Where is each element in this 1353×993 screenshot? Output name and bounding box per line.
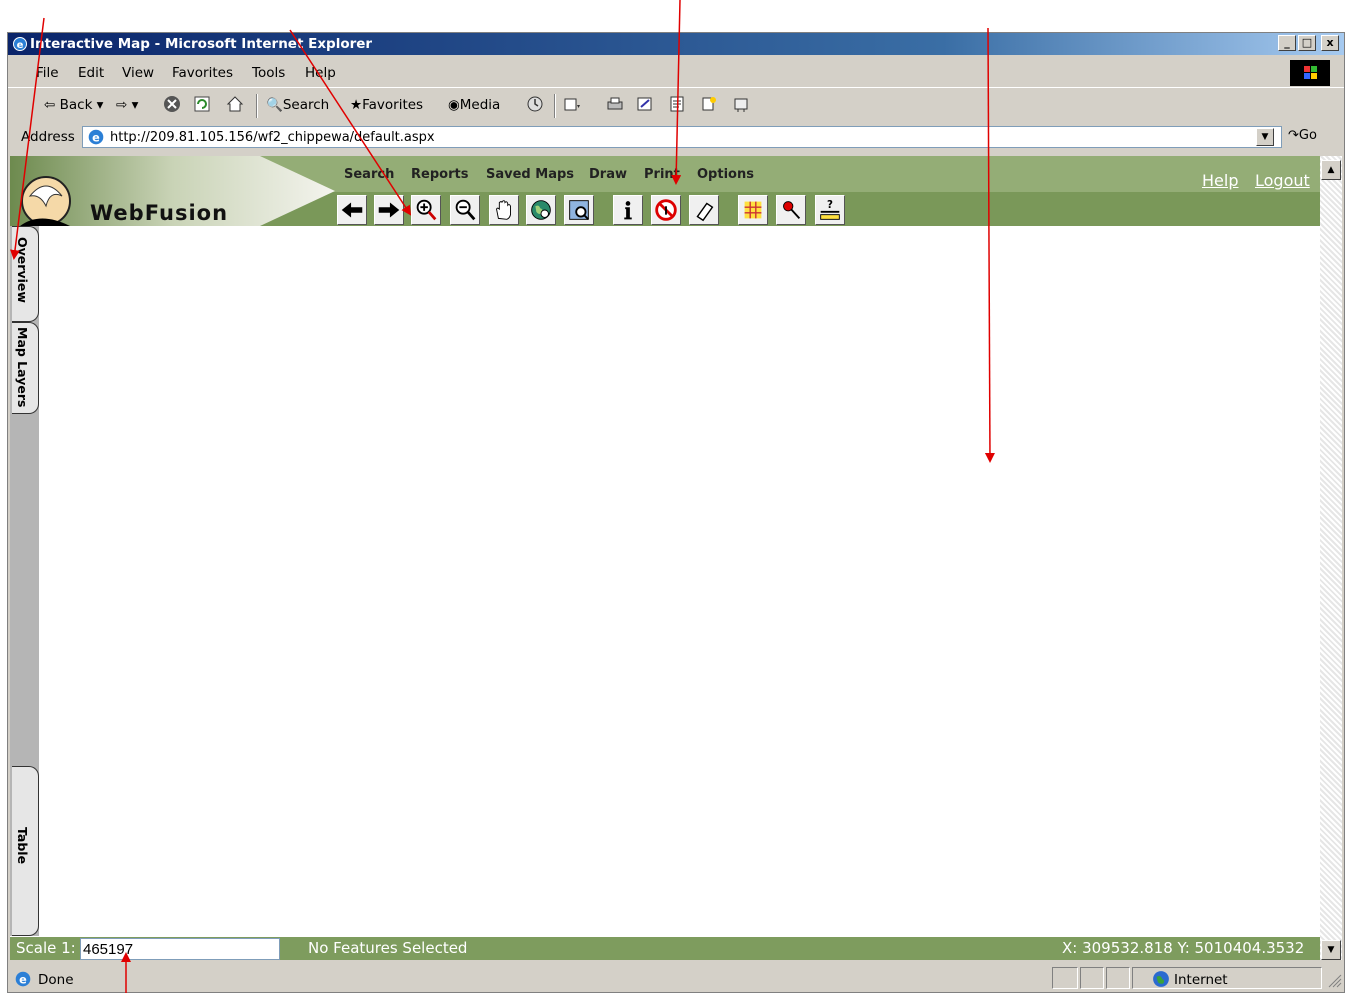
menu-tools[interactable]: Tools xyxy=(252,65,285,81)
zoom-out-icon[interactable] xyxy=(450,195,480,225)
logo-text: WebFusion xyxy=(90,201,229,225)
svg-text:e: e xyxy=(19,974,27,987)
print-icon[interactable] xyxy=(606,95,624,113)
logout-link[interactable]: Logout xyxy=(1255,171,1310,190)
back-icon: ⇦ xyxy=(44,97,56,113)
mail-icon[interactable] xyxy=(563,95,581,113)
search-button[interactable]: 🔍Search xyxy=(266,97,329,113)
tab-map-layers-label: Map Layers xyxy=(15,327,30,408)
full-extent-globe-icon[interactable] xyxy=(526,195,556,225)
identify-icon[interactable] xyxy=(613,195,643,225)
scroll-up-button[interactable]: ▲ xyxy=(1321,160,1341,180)
clear-selection-icon[interactable] xyxy=(651,195,681,225)
ie-logo-icon: e xyxy=(13,37,27,51)
go-label: Go xyxy=(1298,128,1317,143)
svg-text:e: e xyxy=(17,40,24,51)
status-cell xyxy=(1052,967,1078,989)
grid-icon[interactable] xyxy=(738,195,768,225)
page-icon: e xyxy=(88,129,104,145)
vertical-scrollbar[interactable] xyxy=(1320,156,1342,960)
address-label: Address xyxy=(21,129,75,145)
address-url[interactable]: http://209.81.105.156/wf2_chippewa/defau… xyxy=(110,130,435,145)
back-label: Back xyxy=(59,97,93,113)
favorites-button[interactable]: ★Favorites xyxy=(350,97,423,113)
go-button[interactable]: ↷Go xyxy=(1288,128,1317,143)
media-icon: ◉ xyxy=(448,97,460,113)
place-pin-icon[interactable] xyxy=(776,195,806,225)
pan-hand-icon[interactable] xyxy=(489,195,519,225)
resize-grip-icon[interactable] xyxy=(1328,974,1342,988)
internet-globe-icon xyxy=(1153,971,1169,987)
done-page-icon: e xyxy=(15,971,31,987)
favorites-icon: ★ xyxy=(350,97,363,113)
messenger-icon[interactable] xyxy=(700,95,718,113)
tab-table[interactable]: Table xyxy=(12,766,39,936)
svg-text:e: e xyxy=(92,132,100,145)
nav-options[interactable]: Options xyxy=(697,167,754,182)
close-button[interactable]: x xyxy=(1321,35,1339,51)
menu-edit[interactable]: Edit xyxy=(78,65,104,81)
back-arrow-icon[interactable] xyxy=(337,195,367,225)
windows-throbber-icon xyxy=(1290,60,1330,86)
forward-icon: ⇨ xyxy=(116,97,128,113)
search-icon: 🔍 xyxy=(266,97,283,113)
nav-draw[interactable]: Draw xyxy=(589,167,627,182)
selection-status: No Features Selected xyxy=(308,939,468,957)
scale-input[interactable] xyxy=(80,938,280,960)
status-cell xyxy=(1106,967,1130,989)
scale-label: Scale 1: xyxy=(16,939,76,957)
stop-icon[interactable] xyxy=(163,95,181,113)
status-text: Done xyxy=(38,972,74,988)
media-label: Media xyxy=(459,97,501,113)
edit-icon[interactable] xyxy=(636,95,654,113)
map-display-area[interactable] xyxy=(10,156,1320,960)
menu-favorites[interactable]: Favorites xyxy=(172,65,233,81)
minimize-button[interactable]: _ xyxy=(1278,35,1296,51)
favorites-label: Favorites xyxy=(362,97,424,113)
scroll-down-button[interactable]: ▼ xyxy=(1321,940,1341,960)
menu-help[interactable]: Help xyxy=(305,65,336,81)
menu-file[interactable]: File xyxy=(36,65,59,81)
window-title: Interactive Map - Microsoft Internet Exp… xyxy=(30,36,373,52)
maximize-button[interactable]: □ xyxy=(1298,35,1316,51)
coordinate-readout: X: 309532.818 Y: 5010404.3532 xyxy=(1062,939,1305,957)
forward-arrow-icon[interactable] xyxy=(374,195,404,225)
address-dropdown-button[interactable]: ▼ xyxy=(1256,128,1274,146)
back-button[interactable]: ⇦ Back ▾ xyxy=(44,97,103,113)
media-button[interactable]: ◉Media xyxy=(448,97,500,113)
research-icon[interactable] xyxy=(732,95,750,113)
discuss-icon[interactable] xyxy=(668,95,686,113)
search-label: Search xyxy=(282,97,330,113)
toolbar-separator xyxy=(256,94,258,118)
help-link[interactable]: Help xyxy=(1202,171,1238,190)
go-arrow-icon: ↷ xyxy=(1288,128,1299,143)
zoom-to-layer-icon[interactable] xyxy=(564,195,594,225)
status-cell xyxy=(1080,967,1104,989)
home-icon[interactable] xyxy=(226,95,244,113)
refresh-icon[interactable] xyxy=(193,95,211,113)
nav-reports[interactable]: Reports xyxy=(411,167,468,182)
tab-table-label: Table xyxy=(15,827,30,865)
eraser-icon[interactable] xyxy=(689,195,719,225)
toolbar-separator xyxy=(554,94,556,118)
nav-saved-maps[interactable]: Saved Maps xyxy=(486,167,574,182)
tab-overview-label: Overview xyxy=(15,237,30,303)
forward-button[interactable]: ⇨ ▾ xyxy=(116,97,138,113)
menu-view[interactable]: View xyxy=(122,65,154,81)
nav-search[interactable]: Search xyxy=(344,167,394,182)
security-zone: Internet xyxy=(1174,972,1228,988)
measure-icon[interactable]: ? xyxy=(815,195,845,225)
tab-overview[interactable]: Overview xyxy=(12,226,39,322)
tab-map-layers[interactable]: Map Layers xyxy=(12,322,39,414)
nav-print[interactable]: Print xyxy=(644,167,680,182)
svg-text:?: ? xyxy=(827,199,833,211)
zoom-in-icon[interactable] xyxy=(411,195,441,225)
history-icon[interactable] xyxy=(526,95,544,113)
